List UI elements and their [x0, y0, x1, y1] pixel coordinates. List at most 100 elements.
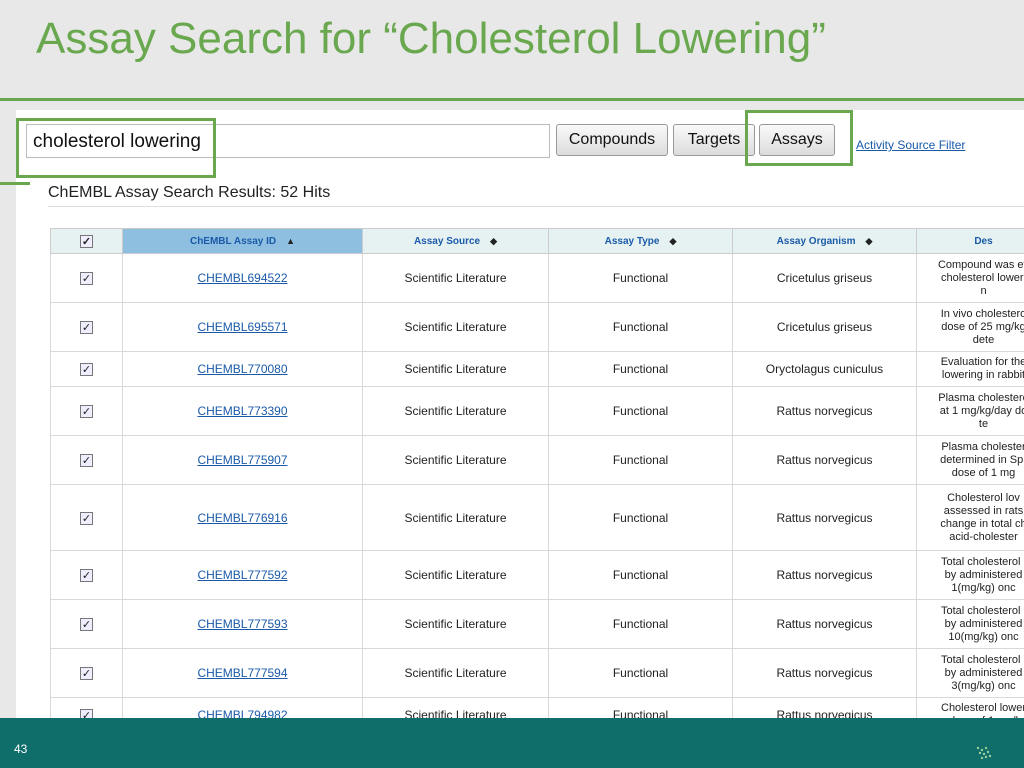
table-row: ✓ CHEMBL777594 Scientific Literature Functi… — [50, 648, 1024, 698]
table-row: ✓ CHEMBL773390 Scientific Literature Functi… — [50, 386, 1024, 436]
row-checkbox-cell[interactable]: ✓ — [50, 386, 123, 436]
footer-left-block: 43 — [0, 718, 48, 768]
assay-id-cell: CHEMBL777594 — [122, 648, 363, 698]
assay-source-cell: Scientific Literature — [362, 302, 549, 352]
assay-type-cell: Functional — [548, 253, 733, 303]
assay-organism-cell: Rattus norvegicus — [732, 550, 917, 600]
select-all-checkbox-cell[interactable]: ✓ — [50, 228, 123, 254]
assay-organism-cell: Rattus norvegicus — [732, 435, 917, 485]
column-header-assay-id[interactable]: ChEMBL Assay ID ▲ — [122, 228, 363, 254]
description-line: cholesterol loweri — [941, 271, 1024, 284]
row-checkbox[interactable]: ✓ — [80, 405, 93, 418]
assay-id-link[interactable]: CHEMBL776916 — [197, 511, 287, 525]
assay-source-cell: Scientific Literature — [362, 253, 549, 303]
column-header-description[interactable]: Des — [916, 228, 1024, 254]
row-checkbox[interactable]: ✓ — [80, 569, 93, 582]
assay-source-cell: Scientific Literature — [362, 435, 549, 485]
row-checkbox[interactable]: ✓ — [80, 618, 93, 631]
title-divider — [0, 98, 1024, 101]
assay-id-link[interactable]: CHEMBL773390 — [197, 404, 287, 418]
description-cell: Evaluation for the lowering in rabbit — [916, 351, 1024, 387]
column-header-assay-organism[interactable]: Assay Organism ◆ — [732, 228, 917, 254]
assay-id-cell: CHEMBL777593 — [122, 599, 363, 649]
assay-organism-cell: Cricetulus griseus — [732, 302, 917, 352]
assay-type-cell: Functional — [548, 302, 733, 352]
row-checkbox-cell[interactable]: ✓ — [50, 599, 123, 649]
assay-id-cell: CHEMBL695571 — [122, 302, 363, 352]
description-line: Cholesterol lov — [947, 491, 1020, 504]
table-row: ✓ CHEMBL777593 Scientific Literature Functi… — [50, 599, 1024, 649]
row-checkbox[interactable]: ✓ — [80, 272, 93, 285]
column-header-assay-source[interactable]: Assay Source ◆ — [362, 228, 549, 254]
select-all-checkbox[interactable]: ✓ — [80, 234, 93, 248]
row-checkbox[interactable]: ✓ — [80, 667, 93, 680]
assay-id-link[interactable]: CHEMBL775907 — [197, 453, 287, 467]
assay-id-link[interactable]: CHEMBL777593 — [197, 617, 287, 631]
table-row: ✓ CHEMBL776916 Scientific Literature Functi… — [50, 484, 1024, 551]
assay-type-cell: Functional — [548, 550, 733, 600]
assay-type-cell: Functional — [548, 435, 733, 485]
table-row: ✓ CHEMBL694522 Scientific Literature Functi… — [50, 253, 1024, 303]
description-line: Total cholesterol l — [941, 653, 1024, 666]
assay-id-link[interactable]: CHEMBL694522 — [197, 271, 287, 285]
description-line: by administered — [944, 617, 1023, 630]
row-checkbox-cell[interactable]: ✓ — [50, 484, 123, 551]
assay-type-cell: Functional — [548, 484, 733, 551]
row-checkbox[interactable]: ✓ — [80, 454, 93, 467]
assays-highlight-box — [745, 110, 853, 166]
assay-type-cell: Functional — [548, 386, 733, 436]
sort-icon: ◆ — [865, 235, 873, 246]
description-cell: Total cholesterol l by administered 10(mg/… — [916, 599, 1024, 649]
sort-icon: ◆ — [490, 235, 498, 246]
description-line: by administered — [944, 666, 1023, 679]
column-header-assay-type[interactable]: Assay Type ◆ — [548, 228, 733, 254]
description-cell: Total cholesterol l by administered 1(mg/k… — [916, 550, 1024, 600]
assay-source-cell: Scientific Literature — [362, 599, 549, 649]
assay-type-cell: Functional — [548, 599, 733, 649]
description-line: lowering in rabbit — [941, 369, 1024, 381]
description-line: Compound was ev — [937, 258, 1024, 271]
description-line: acid-cholester — [949, 530, 1018, 543]
assay-organism-cell: Cricetulus griseus — [732, 253, 917, 303]
assay-organism-cell: Rattus norvegicus — [732, 484, 917, 551]
row-checkbox-cell[interactable]: ✓ — [50, 550, 123, 600]
compounds-button[interactable]: Compounds — [556, 124, 668, 156]
row-checkbox[interactable]: ✓ — [80, 321, 93, 334]
description-line: dete — [972, 333, 995, 346]
assay-id-cell: CHEMBL770080 — [122, 351, 363, 387]
assay-id-cell: CHEMBL776916 — [122, 484, 363, 551]
assay-source-cell: Scientific Literature — [362, 648, 549, 698]
assay-id-link[interactable]: CHEMBL770080 — [197, 362, 287, 376]
assay-id-link[interactable]: CHEMBL777592 — [197, 568, 287, 582]
description-cell: Cholesterol lov assessed in rats change in… — [916, 484, 1024, 551]
assay-type-cell: Functional — [548, 351, 733, 387]
description-line: by administered — [944, 568, 1023, 581]
row-checkbox-cell[interactable]: ✓ — [50, 351, 123, 387]
description-line: n — [980, 284, 987, 297]
targets-button[interactable]: Targets — [673, 124, 755, 156]
table-row: ✓ CHEMBL777592 Scientific Literature Functi… — [50, 550, 1024, 600]
description-line: dose of 25 mg/kg — [941, 320, 1024, 333]
description-cell: Compound was ev cholesterol loweri n — [916, 253, 1024, 303]
results-table-body: ✓ CHEMBL694522 Scientific Literature Functi… — [50, 253, 1024, 733]
row-checkbox-cell[interactable]: ✓ — [50, 648, 123, 698]
row-checkbox-cell[interactable]: ✓ — [50, 253, 123, 303]
description-cell: Total cholesterol l by administered 3(mg/k… — [916, 648, 1024, 698]
row-checkbox-cell[interactable]: ✓ — [50, 302, 123, 352]
assay-organism-cell: Rattus norvegicus — [732, 648, 917, 698]
table-row: ✓ CHEMBL775907 Scientific Literature Functi… — [50, 435, 1024, 485]
description-cell: Plasma cholester determined in Spr dose of… — [916, 435, 1024, 485]
assay-id-cell: CHEMBL694522 — [122, 253, 363, 303]
description-line: Evaluation for the — [940, 356, 1024, 368]
row-checkbox-cell[interactable]: ✓ — [50, 435, 123, 485]
assay-id-link[interactable]: CHEMBL695571 — [197, 320, 287, 334]
row-checkbox[interactable]: ✓ — [80, 511, 93, 525]
sort-ascending-icon: ▲ — [286, 235, 296, 246]
assay-organism-cell: Rattus norvegicus — [732, 599, 917, 649]
assay-id-link[interactable]: CHEMBL777594 — [197, 666, 287, 680]
row-checkbox[interactable]: ✓ — [80, 363, 93, 376]
activity-source-filter-link[interactable]: Activity Source Filter — [856, 138, 965, 152]
sort-icon: ◆ — [669, 235, 677, 246]
description-line: Plasma cholestero — [938, 391, 1024, 404]
description-line: dose of 1 mg — [951, 466, 1016, 479]
